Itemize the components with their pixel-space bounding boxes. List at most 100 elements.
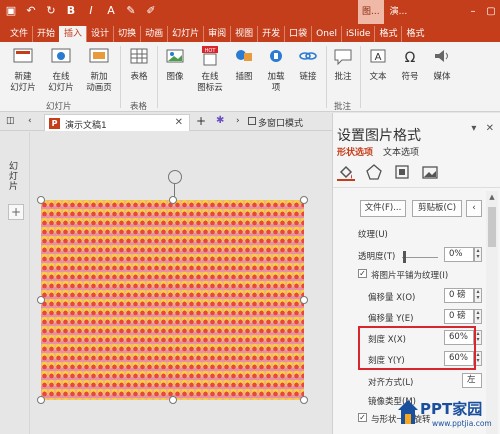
- resize-handle-right[interactable]: [300, 296, 308, 304]
- settings-icon[interactable]: ✱: [216, 115, 224, 126]
- media-button[interactable]: 媒体: [428, 46, 456, 83]
- tab-8[interactable]: 视图: [230, 26, 257, 42]
- scroll-up-icon[interactable]: ▲: [486, 191, 498, 203]
- tab-3[interactable]: 设计: [86, 26, 113, 42]
- tab-0[interactable]: 文件: [6, 26, 32, 42]
- tab-text-options[interactable]: 文本选项: [383, 145, 419, 158]
- addins-label: 加载 项: [267, 72, 285, 93]
- clipboard-button[interactable]: 剪贴板(C): [412, 200, 462, 217]
- offset-y-input[interactable]: 0 磅: [444, 309, 474, 324]
- thumbnail-toggle-icon[interactable]: ◫: [6, 116, 15, 126]
- save-icon[interactable]: ▣: [4, 4, 18, 18]
- resize-handle-top-right[interactable]: [300, 196, 308, 204]
- transparency-spinner[interactable]: ▴ ▾: [474, 247, 482, 262]
- resize-handle-bottom[interactable]: [169, 396, 177, 404]
- new-album-button[interactable]: 新加 动画页: [82, 46, 116, 94]
- tab-10[interactable]: 口袋: [284, 26, 311, 42]
- resize-handle-bottom-right[interactable]: [300, 396, 308, 404]
- omega-icon: Ω: [405, 50, 416, 66]
- file-button[interactable]: 文件(F)...: [360, 200, 406, 217]
- online-icons-button[interactable]: HOT 在线 图标云: [194, 46, 226, 94]
- resize-handle-left[interactable]: [37, 296, 45, 304]
- offset-x-label: 偏移量 X(O): [368, 293, 416, 303]
- new-slide-label: 新建 幻灯片: [10, 72, 36, 93]
- hot-badge: HOT: [205, 48, 217, 54]
- resize-handle-top-left[interactable]: [37, 196, 45, 204]
- offset-y-spinner[interactable]: ▴ ▾: [474, 309, 482, 324]
- add-slide-button[interactable]: +: [8, 204, 24, 220]
- image-button[interactable]: 图像: [160, 46, 190, 83]
- document-tab-name: 演示文稿1: [65, 121, 107, 131]
- close-icon[interactable]: ✕: [175, 117, 183, 128]
- italic-icon[interactable]: I: [84, 4, 98, 18]
- group-label-slides: 幻灯片: [46, 102, 72, 112]
- chevron-left-button[interactable]: ‹: [466, 200, 482, 217]
- comment-button[interactable]: 批注: [330, 46, 356, 83]
- tab-12[interactable]: iSlide: [341, 26, 374, 42]
- tile-checkbox[interactable]: ✓: [358, 269, 367, 278]
- tab-shape-options[interactable]: 形状选项: [337, 145, 373, 158]
- fill-line-icon[interactable]: [337, 163, 355, 181]
- resize-handle-bottom-left[interactable]: [37, 396, 45, 404]
- restore-icon[interactable]: ▢: [482, 0, 500, 24]
- resize-handle-top[interactable]: [169, 196, 177, 204]
- font-color-icon[interactable]: A: [104, 4, 118, 18]
- align-select[interactable]: 左: [462, 373, 482, 388]
- picture-icon[interactable]: [421, 163, 439, 181]
- chevron-right-icon[interactable]: ›: [236, 116, 240, 126]
- chevron-left-icon[interactable]: ‹: [28, 116, 32, 126]
- image-icon: [166, 49, 184, 63]
- tab-1[interactable]: 开始: [32, 26, 59, 42]
- online-slide-button[interactable]: 在线 幻灯片: [44, 46, 78, 94]
- slide-canvas: [31, 132, 332, 434]
- tiled-picture[interactable]: [41, 200, 304, 400]
- rotate-handle[interactable]: [168, 170, 182, 184]
- dropdown-icon[interactable]: ▾: [471, 123, 476, 134]
- bold-icon[interactable]: B: [64, 4, 78, 18]
- redo-icon[interactable]: ↻: [44, 4, 58, 18]
- new-slide-button[interactable]: 新建 幻灯片: [6, 46, 40, 94]
- close-icon[interactable]: ✕: [486, 123, 494, 134]
- tab-14[interactable]: 格式: [401, 26, 428, 42]
- add-tab-icon[interactable]: +: [196, 114, 206, 128]
- document-tab[interactable]: P 演示文稿1 ✕: [44, 114, 190, 131]
- transparency-slider-thumb[interactable]: [403, 251, 406, 263]
- rotate-with-shape-checkbox[interactable]: ✓: [358, 413, 367, 422]
- tab-4[interactable]: 切换: [113, 26, 140, 42]
- tab-11[interactable]: Onel: [311, 26, 341, 42]
- table-label: 表格: [130, 72, 148, 82]
- illustrations-button[interactable]: 插图: [230, 46, 258, 83]
- undo-icon[interactable]: ↶: [24, 4, 38, 18]
- link-label: 链接: [299, 72, 317, 82]
- slides-pane-label: 幻灯片: [9, 162, 19, 192]
- tab-6[interactable]: 幻灯片: [167, 26, 203, 42]
- title-bar: ▣ ↶ ↻ B I A ✎ ✐ 图... 演... – ▢: [0, 0, 500, 24]
- size-properties-icon[interactable]: [393, 163, 411, 181]
- transparency-input[interactable]: 0%: [444, 247, 474, 262]
- tab-5[interactable]: 动画: [140, 26, 167, 42]
- group-divider: [360, 46, 361, 108]
- addins-button[interactable]: 加载 项: [262, 46, 290, 94]
- symbol-label: 符号: [401, 72, 419, 82]
- image-label: 图像: [166, 72, 184, 82]
- minimize-icon[interactable]: –: [464, 0, 482, 24]
- shapes-icon: [236, 50, 252, 61]
- effects-icon[interactable]: [365, 163, 383, 181]
- brush-icon[interactable]: ✐: [144, 4, 158, 18]
- multi-window-button[interactable]: 多窗口模式: [258, 116, 303, 129]
- speaker-icon: [435, 50, 448, 62]
- paint-icon[interactable]: ✎: [124, 4, 138, 18]
- symbol-button[interactable]: Ω 符号: [396, 46, 424, 83]
- scroll-thumb[interactable]: [488, 207, 496, 247]
- tab-2[interactable]: 插入: [59, 26, 87, 42]
- offset-x-spinner[interactable]: ▴ ▾: [474, 288, 482, 303]
- tab-9[interactable]: 开发: [257, 26, 284, 42]
- link-button[interactable]: 链接: [294, 46, 322, 83]
- tab-7[interactable]: 审阅: [203, 26, 230, 42]
- table-button[interactable]: 表格: [124, 46, 154, 83]
- text-button[interactable]: A 文本: [364, 46, 392, 83]
- transparency-slider[interactable]: [402, 257, 438, 258]
- offset-x-input[interactable]: 0 磅: [444, 288, 474, 303]
- comment-icon: [334, 49, 352, 66]
- tab-13[interactable]: 格式: [374, 26, 401, 42]
